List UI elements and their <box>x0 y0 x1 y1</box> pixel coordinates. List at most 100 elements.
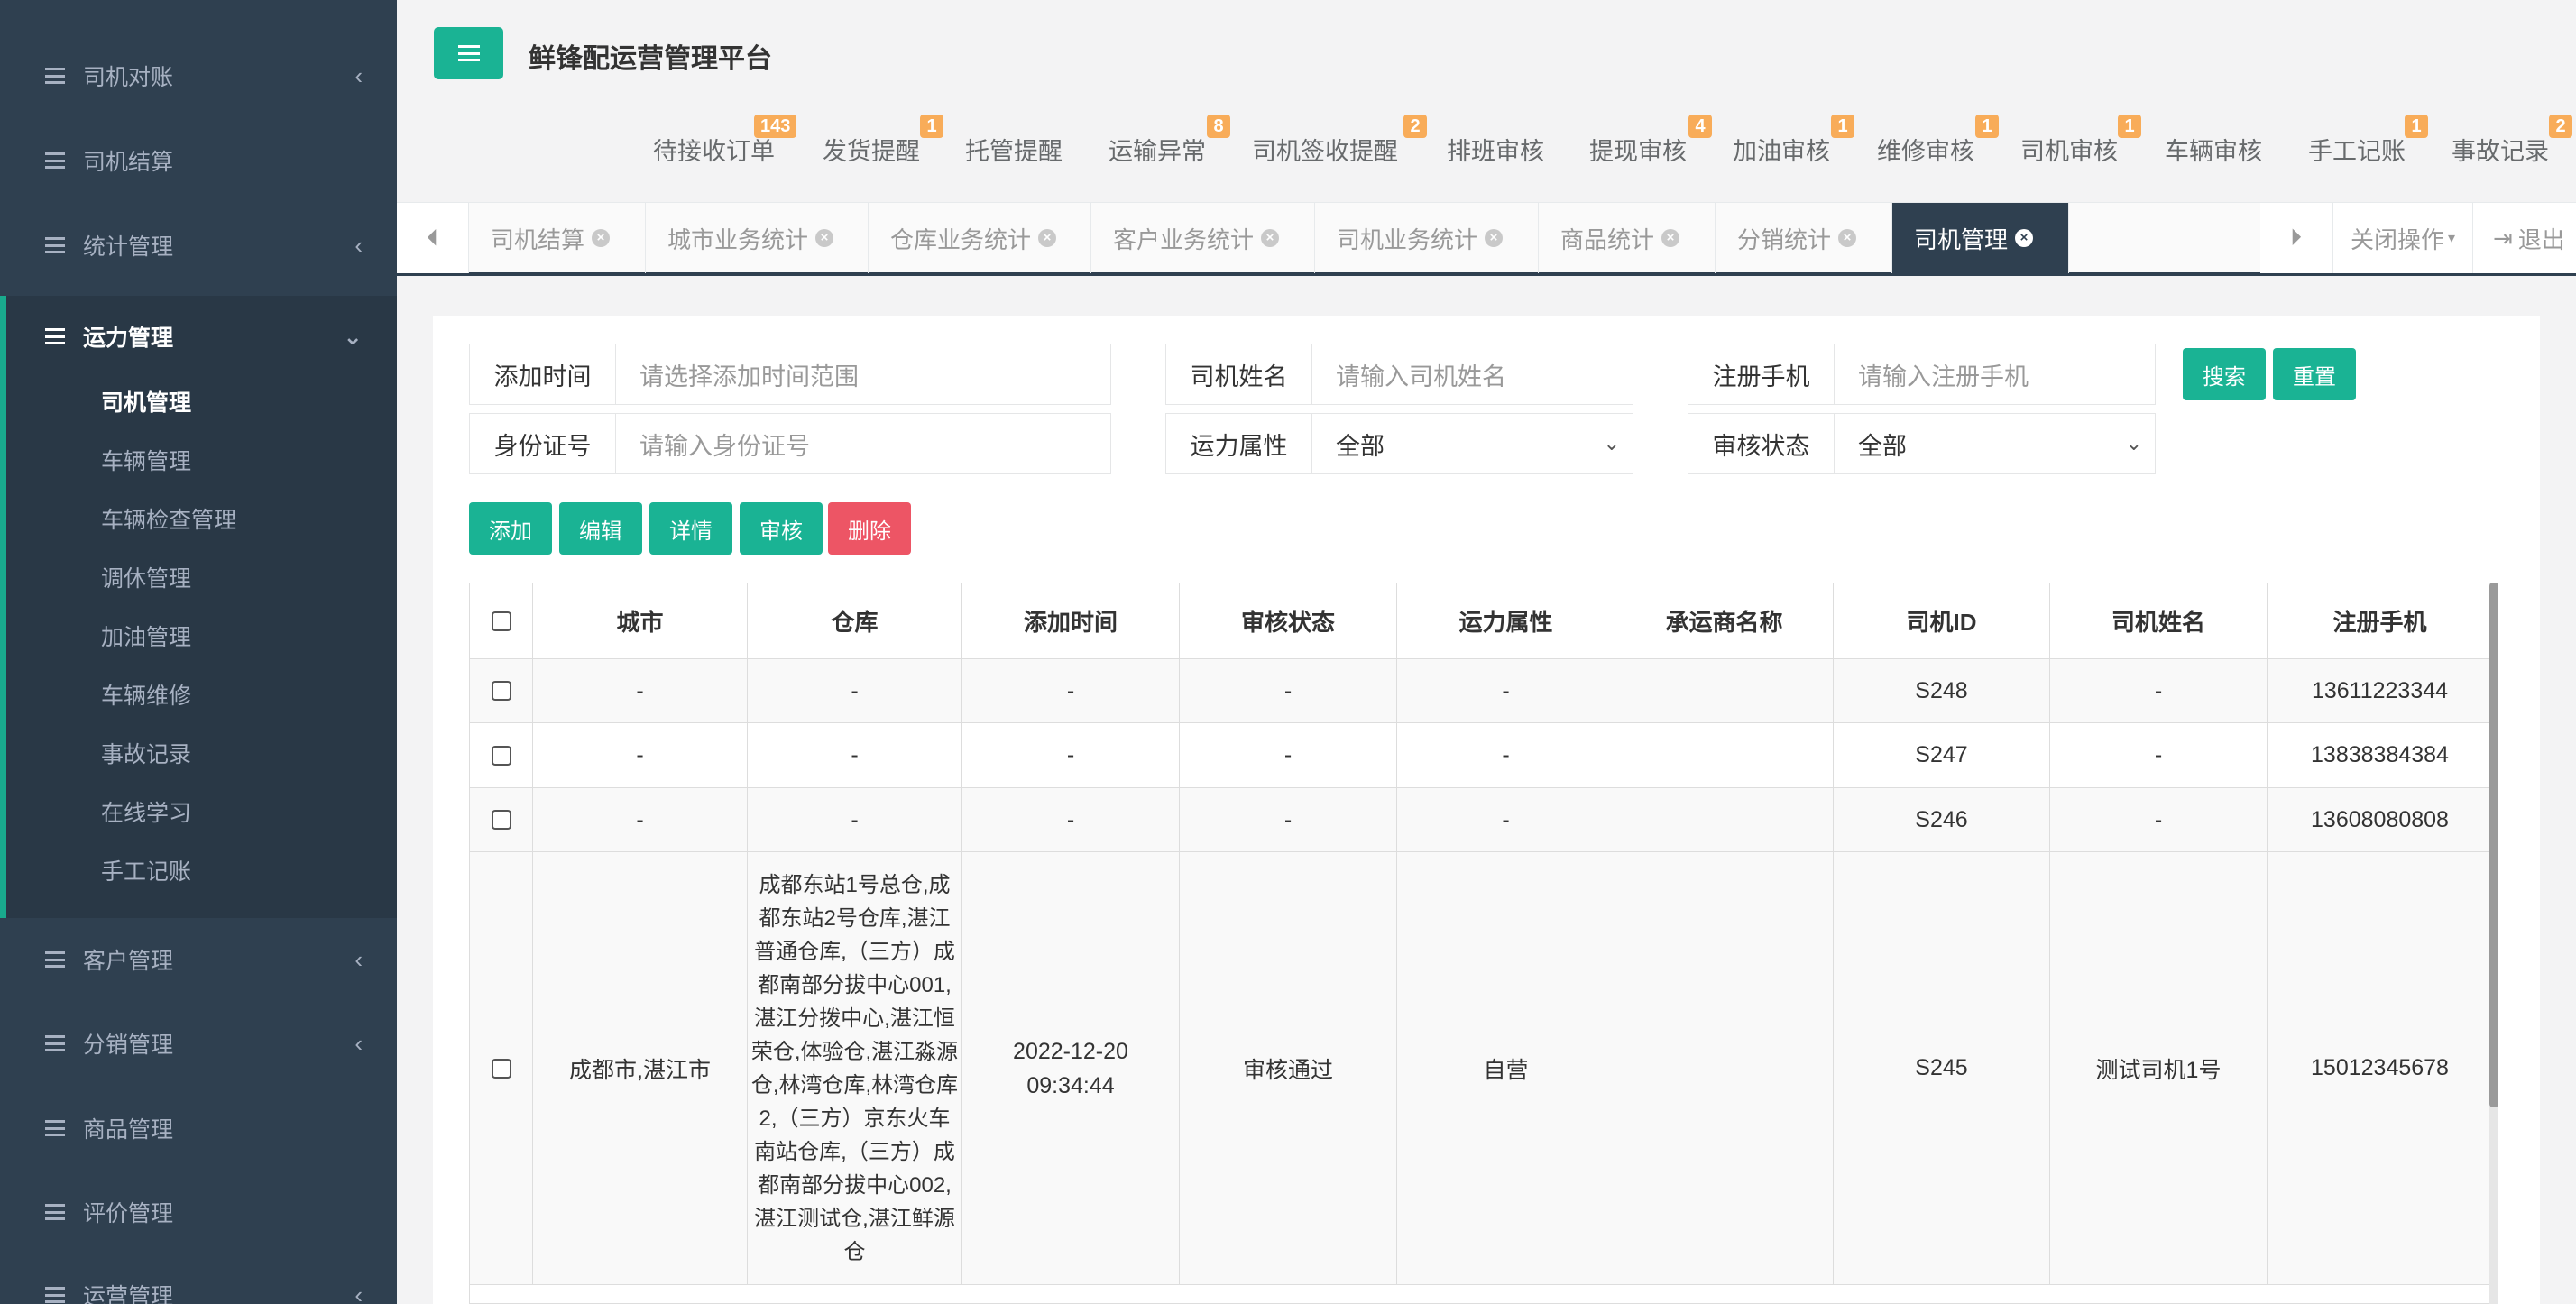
column-header[interactable]: 司机ID <box>1834 583 2050 658</box>
notif-manual-bookkeeping[interactable]: 手工记账 <box>2308 132 2406 167</box>
tab-bar: ⏴ 司机结算 × 城市业务统计 × 仓库业务统计 × 客户业务统计 × 司机业务统计 × … <box>397 202 2576 276</box>
notif-fuel-audit[interactable]: 加油审核 <box>1733 132 1830 167</box>
close-icon[interactable]: × <box>1261 229 1280 247</box>
search-button[interactable]: 搜索 <box>2183 348 2266 400</box>
sidebar-subitem-leave-mgmt[interactable]: 调休管理 <box>101 561 191 593</box>
sidebar-subitem-driver-mgmt[interactable]: 司机管理 <box>101 385 191 418</box>
column-header[interactable]: 运力属性 <box>1397 583 1615 658</box>
row-checkbox[interactable] <box>491 745 511 766</box>
sidebar-item-statistics[interactable]: 统计管理 ‹ <box>0 209 397 281</box>
notif-badge: 2 <box>2549 115 2572 138</box>
notif-transport-exception[interactable]: 运输异常 <box>1109 132 1206 167</box>
driver-name-input[interactable]: 请输入司机姓名 <box>1312 344 1633 404</box>
notif-badge: 1 <box>1831 115 1854 138</box>
column-header[interactable]: 注册手机 <box>2268 583 2492 658</box>
tab-customer-stats[interactable]: 客户业务统计 × <box>1091 203 1315 273</box>
column-header[interactable]: 仓库 <box>748 583 962 658</box>
sidebar-subitem-fuel-mgmt[interactable]: 加油管理 <box>101 620 191 652</box>
notif-shipping-reminder[interactable]: 发货提醒 <box>823 132 920 167</box>
row-checkbox[interactable] <box>491 810 511 830</box>
sidebar-item-capacity[interactable]: 运力管理 ⌄ <box>0 300 397 372</box>
tab-label: 商品统计 <box>1560 225 1655 253</box>
sidebar-item-reviews[interactable]: 评价管理 <box>0 1176 397 1248</box>
sidebar-item-customers[interactable]: 客户管理 ‹ <box>0 923 397 996</box>
close-icon[interactable]: × <box>592 229 611 247</box>
add-time-range-input[interactable]: 请选择添加时间范围 <box>616 344 1110 404</box>
notif-driver-signoff[interactable]: 司机签收提醒 <box>1252 132 1398 167</box>
notif-accident-records[interactable]: 事故记录 <box>2452 132 2549 167</box>
table-row[interactable]: - - - - - S246 - 13608080808 <box>470 788 2492 852</box>
capacity-select[interactable]: 全部 ⌄ <box>1312 414 1633 473</box>
tab-product-stats[interactable]: 商品统计 × <box>1539 203 1716 273</box>
id-number-input[interactable]: 请输入身份证号 <box>616 414 1110 473</box>
close-icon[interactable]: × <box>1485 229 1504 247</box>
table-row[interactable]: - - - - - S248 - 13611223344 <box>470 659 2492 723</box>
menu-icon <box>45 951 65 968</box>
close-operations-dropdown[interactable]: 关闭操作 ▾ <box>2332 203 2472 273</box>
sidebar-item-operations[interactable]: 运营管理 ‹ <box>0 1259 397 1304</box>
column-header[interactable]: 审核状态 <box>1180 583 1397 658</box>
tab-scroll-right-button[interactable]: ⏵ <box>2260 203 2332 273</box>
column-header[interactable]: 城市 <box>533 583 748 658</box>
sidebar-item-label: 运营管理 <box>83 1284 174 1304</box>
notif-vehicle-audit[interactable]: 车辆审核 <box>2165 132 2262 167</box>
close-icon[interactable]: × <box>1838 229 1857 247</box>
notif-repair-audit[interactable]: 维修审核 <box>1877 132 1974 167</box>
delete-button[interactable]: 删除 <box>828 502 911 555</box>
audit-select-value: 全部 <box>1858 432 1907 460</box>
sidebar-subitem-accidents[interactable]: 事故记录 <box>101 737 191 769</box>
close-icon[interactable]: × <box>1038 229 1057 247</box>
detail-button[interactable]: 详情 <box>649 502 732 555</box>
sidebar-subitem-vehicle-mgmt[interactable]: 车辆管理 <box>101 444 191 476</box>
cell-driver-id: S248 <box>1834 659 2050 722</box>
add-button[interactable]: 添加 <box>469 502 552 555</box>
filter-label: 注册手机 <box>1688 344 1835 404</box>
cell-capacity: - <box>1397 788 1615 851</box>
cell-driver-name: 测试司机1号 <box>2050 852 2268 1284</box>
tab-driver-stats[interactable]: 司机业务统计 × <box>1315 203 1539 273</box>
sidebar-item-distribution[interactable]: 分销管理 ‹ <box>0 1007 397 1079</box>
column-header[interactable]: 司机姓名 <box>2050 583 2268 658</box>
sidebar-subitem-vehicle-inspection[interactable]: 车辆检查管理 <box>101 502 236 535</box>
notif-badge: 4 <box>1688 115 1712 138</box>
filter-driver-name: 司机姓名 请输入司机姓名 <box>1165 344 1633 405</box>
tab-distribution-stats[interactable]: 分销统计 × <box>1716 203 1892 273</box>
tab-driver-management[interactable]: 司机管理 × <box>1892 203 2069 273</box>
column-header[interactable]: 承运商名称 <box>1615 583 1834 658</box>
table-row[interactable]: - - - - - S247 - 13838384384 <box>470 723 2492 788</box>
warehouse-list: 成都东站1号总仓,成都东站2号仓库,湛江普通仓库,（三方）成都南部分拔中心001… <box>750 872 959 1264</box>
reset-button[interactable]: 重置 <box>2273 348 2356 400</box>
close-icon[interactable]: × <box>2015 229 2034 247</box>
tab-warehouse-stats[interactable]: 仓库业务统计 × <box>869 203 1091 273</box>
audit-button[interactable]: 审核 <box>740 502 823 555</box>
notif-badge: 1 <box>1975 115 1999 138</box>
tab-scroll-left-button[interactable]: ⏴ <box>397 203 469 273</box>
logout-button[interactable]: ⇥ 退出 <box>2472 203 2576 273</box>
notif-schedule-audit[interactable]: 排班审核 <box>1447 132 1544 167</box>
chevron-left-icon: ‹ <box>354 1029 363 1057</box>
sidebar-subitem-online-learning[interactable]: 在线学习 <box>101 795 191 828</box>
audit-status-select[interactable]: 全部 ⌄ <box>1835 414 2155 473</box>
table-row[interactable]: 成都市,湛江市 成都东站1号总仓,成都东站2号仓库,湛江普通仓库,（三方）成都南… <box>470 852 2492 1285</box>
close-icon[interactable]: × <box>815 229 834 247</box>
menu-toggle-button[interactable] <box>434 27 503 79</box>
notif-custody-reminder[interactable]: 托管提醒 <box>965 132 1063 167</box>
sidebar-subitem-vehicle-repair[interactable]: 车辆维修 <box>101 678 191 711</box>
row-checkbox[interactable] <box>491 681 511 701</box>
notif-driver-audit[interactable]: 司机审核 <box>2020 132 2118 167</box>
column-header[interactable]: 添加时间 <box>962 583 1180 658</box>
notif-withdraw-audit[interactable]: 提现审核 <box>1589 132 1687 167</box>
select-all-checkbox[interactable] <box>491 611 511 631</box>
sidebar-item-driver-settlement[interactable]: 司机结算 <box>0 124 397 197</box>
table-scrollbar-thumb[interactable] <box>2489 583 2498 1107</box>
row-checkbox[interactable] <box>491 1058 511 1079</box>
close-icon[interactable]: × <box>1661 229 1680 247</box>
sidebar-subitem-manual-bookkeeping[interactable]: 手工记账 <box>101 854 191 886</box>
tab-city-stats[interactable]: 城市业务统计 × <box>646 203 869 273</box>
sidebar-item-driver-reconcile[interactable]: 司机对账 ‹ <box>0 40 397 112</box>
edit-button[interactable]: 编辑 <box>559 502 642 555</box>
sidebar-item-products[interactable]: 商品管理 <box>0 1092 397 1164</box>
tab-driver-settlement[interactable]: 司机结算 × <box>469 203 646 273</box>
phone-input[interactable]: 请输入注册手机 <box>1835 344 2155 404</box>
chevron-left-icon: ‹ <box>354 61 363 89</box>
